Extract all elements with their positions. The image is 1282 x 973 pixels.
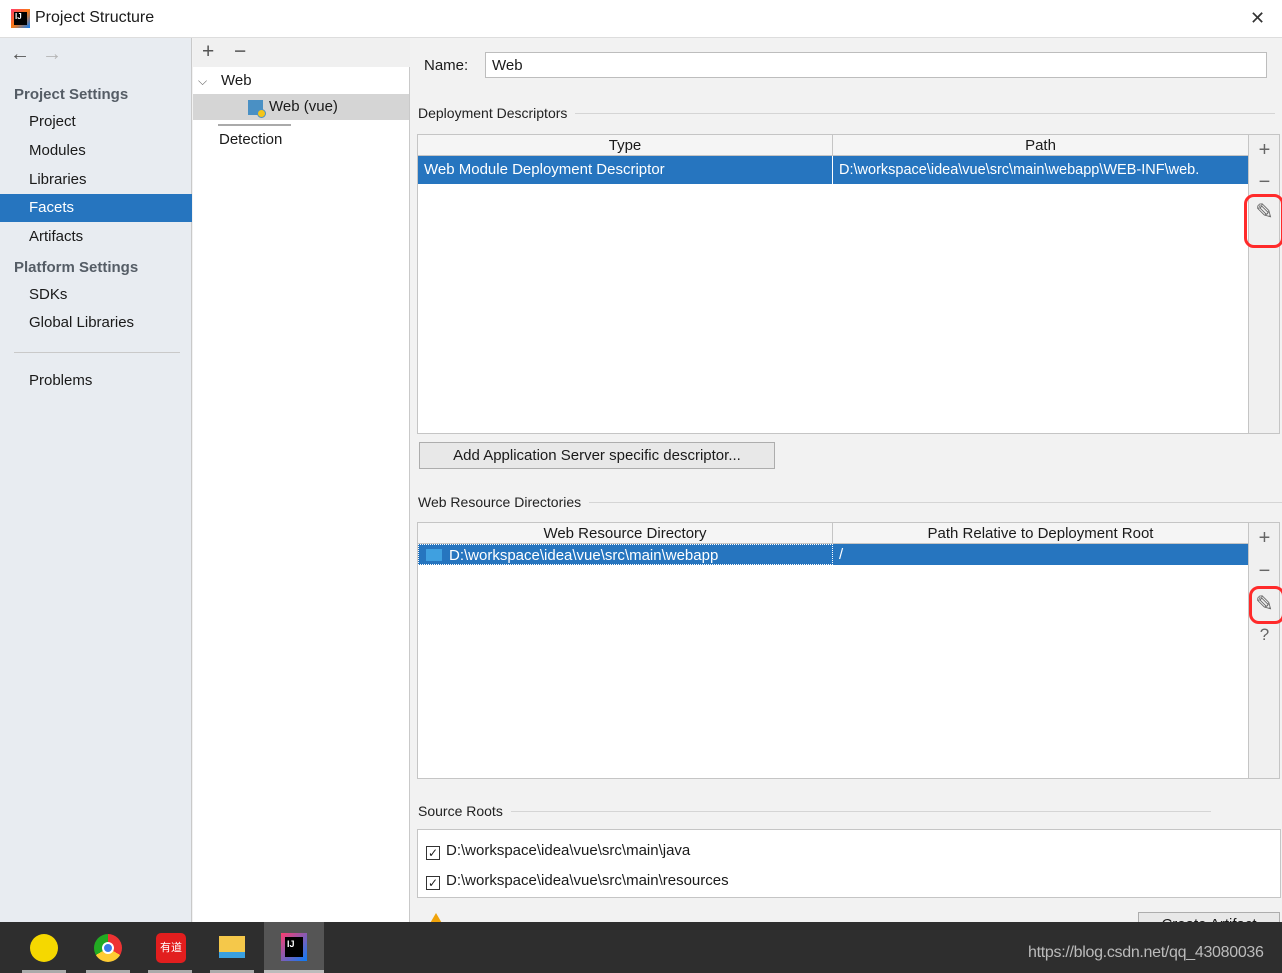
facet-settings-panel: Name: Web Deployment Descriptors Type Pa… — [411, 38, 1282, 938]
tree-node-web-vue[interactable]: Web (vue) — [193, 94, 409, 120]
taskbar: 有道 IJ https://blog.csdn.net/qq_43080036 — [0, 922, 1282, 973]
sidebar-item-artifacts[interactable]: Artifacts — [0, 223, 192, 251]
platform-settings-heading: Platform Settings — [14, 259, 139, 276]
chrome-icon[interactable] — [78, 922, 138, 973]
cell-directory-text: D:\workspace\idea\vue\src\main\webapp — [449, 547, 719, 564]
column-header-type[interactable]: Type — [418, 135, 833, 156]
cell-directory: D:\workspace\idea\vue\src\main\webapp — [418, 544, 833, 565]
name-input[interactable]: Web — [485, 52, 1267, 78]
web-facet-icon — [248, 100, 266, 118]
add-icon[interactable]: + — [1249, 527, 1280, 550]
sidebar-item-sdks[interactable]: SDKs — [0, 281, 192, 309]
facet-tree-panel: + − ⌵ Web Web (vue) Detection — [193, 38, 410, 922]
checkbox[interactable]: ✓ — [426, 876, 440, 890]
project-settings-heading: Project Settings — [14, 86, 129, 103]
table-row[interactable]: Web Module Deployment Descriptor D:\work… — [418, 156, 1248, 184]
remove-icon[interactable]: − — [1249, 171, 1280, 194]
youdao-icon[interactable]: 有道 — [140, 922, 200, 973]
tree-toolbar: + − — [193, 38, 410, 67]
tree-node-label: Web — [221, 72, 252, 89]
annotation-circle — [1244, 194, 1282, 248]
source-root-item[interactable]: ✓ D:\workspace\idea\vue\src\main\java — [426, 842, 690, 860]
close-button[interactable]: ✕ — [1250, 8, 1265, 29]
web-resource-directories-table: Web Resource Directory Path Relative to … — [417, 522, 1249, 779]
folder-icon — [426, 549, 442, 561]
file-explorer-icon[interactable] — [202, 922, 262, 973]
divider — [218, 124, 291, 126]
resources-toolbar: + − ✎ ? — [1249, 522, 1280, 779]
chevron-down-icon[interactable]: ⌵ — [198, 68, 207, 94]
intellij-idea-icon[interactable]: IJ — [264, 922, 324, 973]
deployment-descriptors-table: Type Path Web Module Deployment Descript… — [417, 134, 1249, 434]
source-root-path: D:\workspace\idea\vue\src\main\java — [446, 842, 691, 859]
source-root-path: D:\workspace\idea\vue\src\main\resources — [446, 872, 729, 889]
add-facet-button[interactable]: + — [202, 40, 214, 64]
tree-node-detection[interactable]: Detection — [219, 131, 282, 148]
window-title: Project Structure — [35, 9, 155, 26]
back-arrow-icon[interactable]: ← — [10, 43, 30, 66]
sidebar-item-global-libraries[interactable]: Global Libraries — [0, 309, 192, 337]
tree-node-web[interactable]: ⌵ Web — [193, 68, 410, 94]
cell-type: Web Module Deployment Descriptor — [418, 156, 833, 184]
sidebar-item-modules[interactable]: Modules — [0, 137, 192, 165]
sidebar-item-libraries[interactable]: Libraries — [0, 166, 192, 194]
annotation-circle — [1249, 586, 1282, 624]
column-header-web-resource-directory[interactable]: Web Resource Directory — [418, 523, 833, 544]
remove-facet-button[interactable]: − — [234, 40, 246, 64]
title-bar: IJ Project Structure ✕ — [0, 0, 1282, 38]
sidebar-item-facets[interactable]: Facets — [0, 194, 192, 222]
web-resource-directories-heading: Web Resource Directories — [418, 494, 1282, 510]
qq-music-icon[interactable] — [14, 922, 74, 973]
intellij-logo-icon: IJ — [11, 9, 30, 28]
deployment-toolbar: + − ✎ — [1249, 134, 1280, 434]
checkbox[interactable]: ✓ — [426, 846, 440, 860]
sidebar: ← → Project Settings Project Modules Lib… — [0, 38, 192, 922]
help-icon[interactable]: ? — [1249, 625, 1280, 645]
source-roots-heading: Source Roots — [418, 803, 1210, 819]
add-server-descriptor-button[interactable]: Add Application Server specific descript… — [419, 442, 775, 469]
deployment-descriptors-heading: Deployment Descriptors — [418, 105, 1278, 121]
youdao-label: 有道 — [156, 933, 186, 963]
cell-relative-path: / — [839, 546, 844, 563]
tree-node-label: Web (vue) — [269, 98, 338, 115]
add-icon[interactable]: + — [1249, 139, 1280, 162]
column-header-path[interactable]: Path — [833, 135, 1248, 156]
sidebar-item-problems[interactable]: Problems — [0, 367, 192, 395]
table-row[interactable]: D:\workspace\idea\vue\src\main\webapp / — [418, 544, 1248, 565]
sidebar-item-project[interactable]: Project — [0, 108, 192, 136]
column-header-relative-path[interactable]: Path Relative to Deployment Root — [833, 523, 1248, 544]
source-roots-list: ✓ D:\workspace\idea\vue\src\main\java ✓ D:… — [417, 829, 1281, 898]
cell-path: D:\workspace\idea\vue\src\main\webapp\WE… — [839, 162, 1200, 178]
name-label: Name: — [424, 57, 469, 74]
source-root-item[interactable]: ✓ D:\workspace\idea\vue\src\main\resource… — [426, 872, 729, 890]
forward-arrow-icon[interactable]: → — [42, 43, 62, 66]
watermark: https://blog.csdn.net/qq_43080036 — [1028, 944, 1264, 961]
remove-icon[interactable]: − — [1249, 560, 1280, 583]
divider — [14, 352, 180, 353]
